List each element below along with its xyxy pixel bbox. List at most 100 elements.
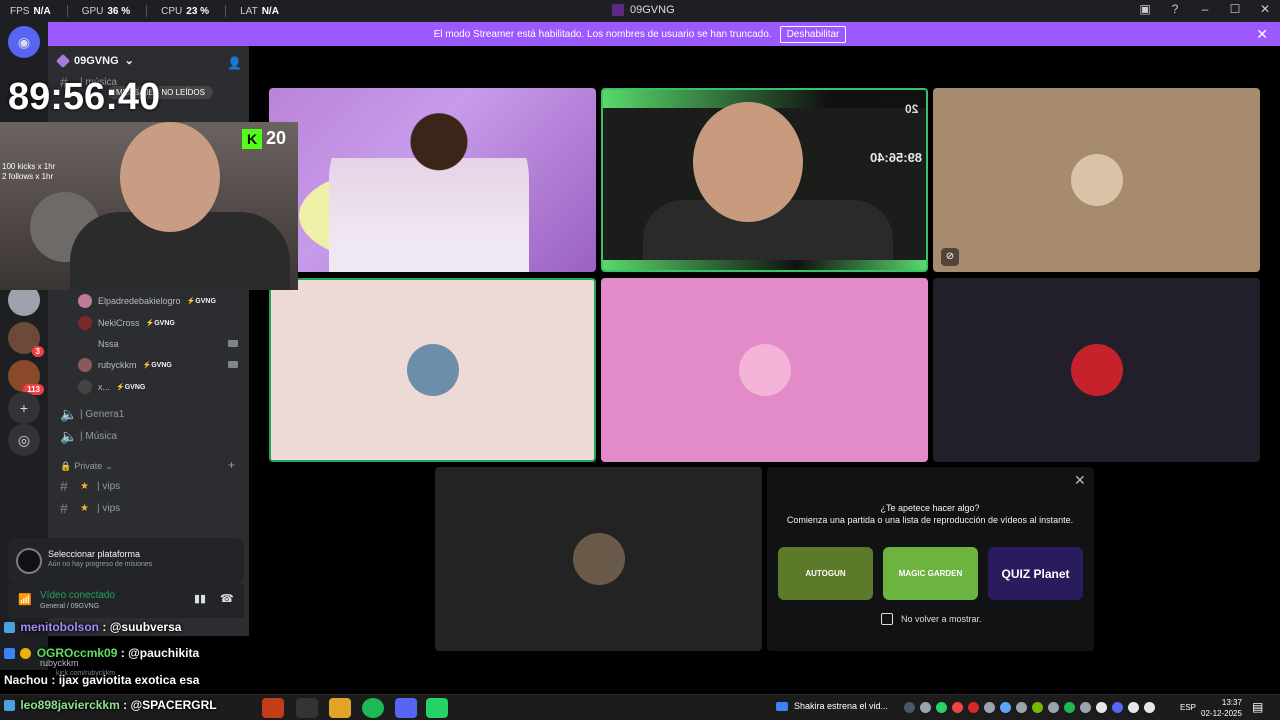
avatar (572, 533, 625, 585)
add-member-icon[interactable]: 👤 (227, 56, 242, 70)
add-server-icon[interactable]: + (8, 392, 40, 424)
kick-counter: K 20 (242, 128, 286, 149)
camera-icon (228, 361, 238, 368)
activity-magic-garden[interactable]: MAGIC GARDEN (883, 547, 978, 600)
chevron-down-icon: ⌄ (124, 55, 134, 67)
spotify-tray-icon[interactable] (1064, 702, 1075, 713)
tray-icon[interactable] (904, 702, 915, 713)
steam-icon[interactable] (1000, 702, 1011, 713)
voice-channel-musica[interactable]: 🔈 | Música (60, 426, 117, 446)
stream-goals: 100 kicks x 1hr 2 follows x 1hr (2, 162, 56, 181)
star-icon: ★ (80, 502, 89, 514)
voice-user[interactable]: Elpadredebakielogro ⚡GVNG (78, 292, 216, 310)
soundboard-icon[interactable]: ▮▮ (194, 592, 206, 605)
window-title: 09GVNG (612, 4, 675, 16)
tag-badge: ⚡GVNG (145, 320, 175, 327)
platform-logo-icon (16, 548, 42, 574)
server-header[interactable]: 09GVNG ⌄ (55, 53, 134, 68)
language-indicator[interactable]: ESP (1180, 703, 1196, 712)
subathon-timer: 89:56:40 (8, 76, 161, 118)
chat-message: OGROccmk09 : @pauchikita (4, 646, 274, 660)
tray-icon[interactable] (1048, 702, 1059, 713)
dont-show-checkbox[interactable] (881, 613, 893, 625)
disconnect-icon[interactable]: ☎ (220, 592, 234, 605)
gpu-metric: GPU 36 % (81, 5, 131, 17)
video-tile[interactable]: ⊘ (933, 88, 1260, 272)
screen-icon[interactable]: ▣ (1138, 2, 1152, 16)
server-icon[interactable]: 113 (8, 360, 44, 395)
video-tile[interactable]: RUBYCKKM 20 89:56:40 (601, 88, 928, 272)
add-channel-icon[interactable]: + (228, 458, 235, 472)
tray-icon[interactable] (984, 702, 995, 713)
media-widget[interactable]: Shakira estrena el vid... (776, 701, 888, 711)
chevron-down-icon: ⌄ (105, 461, 113, 471)
discover-icon[interactable]: ◎ (8, 424, 40, 456)
avatar (78, 316, 92, 330)
category-private[interactable]: 🔒 Private ⌄ (60, 461, 113, 472)
voice-channel-general[interactable]: 🔈 | Genera1 (60, 404, 124, 424)
nvidia-icon[interactable] (1032, 702, 1043, 713)
notifications-icon[interactable]: ▤ (1252, 700, 1263, 714)
file-explorer-icon[interactable] (329, 698, 351, 718)
spotify-icon[interactable] (362, 698, 384, 718)
close-icon[interactable]: ✕ (1256, 26, 1268, 43)
platform-title: Seleccionar plataforma (48, 549, 141, 559)
maximize-button[interactable]: ☐ (1228, 2, 1242, 16)
activity-autogun[interactable]: AUTOGUN (778, 547, 873, 600)
tray-icon[interactable] (1080, 702, 1091, 713)
cpu-metric: CPU 23 % (161, 5, 210, 17)
discord-tray-icon[interactable] (1112, 702, 1123, 713)
video-tile[interactable] (933, 278, 1260, 462)
stream-overlay-bar (603, 260, 926, 270)
voice-user[interactable]: x... ⚡GVNG (78, 378, 145, 396)
disable-streamer-button[interactable]: Deshabilitar (779, 25, 847, 43)
avatar (738, 344, 791, 396)
avatar (1070, 344, 1123, 396)
tray-icon[interactable] (1096, 702, 1107, 713)
tray-icon[interactable] (952, 702, 963, 713)
platform-panel[interactable]: Seleccionar plataforma Aún no hay progre… (8, 538, 244, 584)
voice-user[interactable]: rubyckkm ⚡GVNG (78, 356, 248, 374)
tray-icon[interactable] (920, 702, 931, 713)
video-tile[interactable] (269, 278, 596, 462)
video-tile[interactable] (269, 88, 596, 272)
signal-icon[interactable]: 📶 (18, 593, 32, 606)
discord-icon[interactable] (395, 698, 417, 718)
discord-home-icon[interactable]: ◉ (8, 26, 40, 58)
close-button[interactable]: ✕ (1258, 2, 1272, 16)
chat-message: menitobolson : @suubversa (4, 620, 274, 634)
hash-icon: # (60, 478, 68, 494)
text-channel-vips[interactable]: # ★ | vips (60, 476, 120, 496)
volume-icon[interactable] (1144, 702, 1155, 713)
banner-text: El modo Streamer está habilitado. Los no… (433, 28, 772, 40)
obs-icon[interactable] (296, 698, 318, 718)
stream-name: RUBYCKKM (823, 96, 882, 107)
avatar (78, 358, 92, 372)
avatar (78, 337, 92, 351)
whatsapp-icon[interactable] (426, 698, 448, 718)
lock-icon: 🔒 (60, 461, 72, 471)
activity-quiz-planet[interactable]: QUIZ Planet (988, 547, 1083, 600)
whatsapp-tray-icon[interactable] (936, 702, 947, 713)
avatar (78, 380, 92, 394)
video-icon (776, 701, 788, 711)
tray-icon[interactable] (1016, 702, 1027, 713)
close-icon[interactable]: ✕ (1074, 472, 1086, 489)
text-channel-vips[interactable]: # ★ | vips (60, 498, 120, 518)
minimize-button[interactable]: – (1198, 2, 1212, 16)
help-icon[interactable]: ? (1168, 2, 1182, 16)
camera-off-icon: ⊘ (941, 248, 959, 266)
video-tile[interactable] (601, 278, 928, 462)
avatar (78, 294, 92, 308)
clock[interactable]: 13:37 02-12-2025 (1201, 697, 1242, 719)
voice-user[interactable]: NekiCross ⚡GVNG (78, 314, 175, 332)
video-tile[interactable] (435, 467, 762, 651)
avatar (1070, 154, 1123, 206)
streamer-mode-banner: El modo Streamer está habilitado. Los no… (0, 22, 1280, 46)
network-icon[interactable] (1128, 702, 1139, 713)
voice-user[interactable]: Nssa (78, 335, 248, 353)
tag-badge: ⚡GVNG (186, 298, 216, 305)
server-icon[interactable]: 3 (8, 322, 44, 357)
tray-icon[interactable] (968, 702, 979, 713)
badge-icon (20, 648, 32, 660)
